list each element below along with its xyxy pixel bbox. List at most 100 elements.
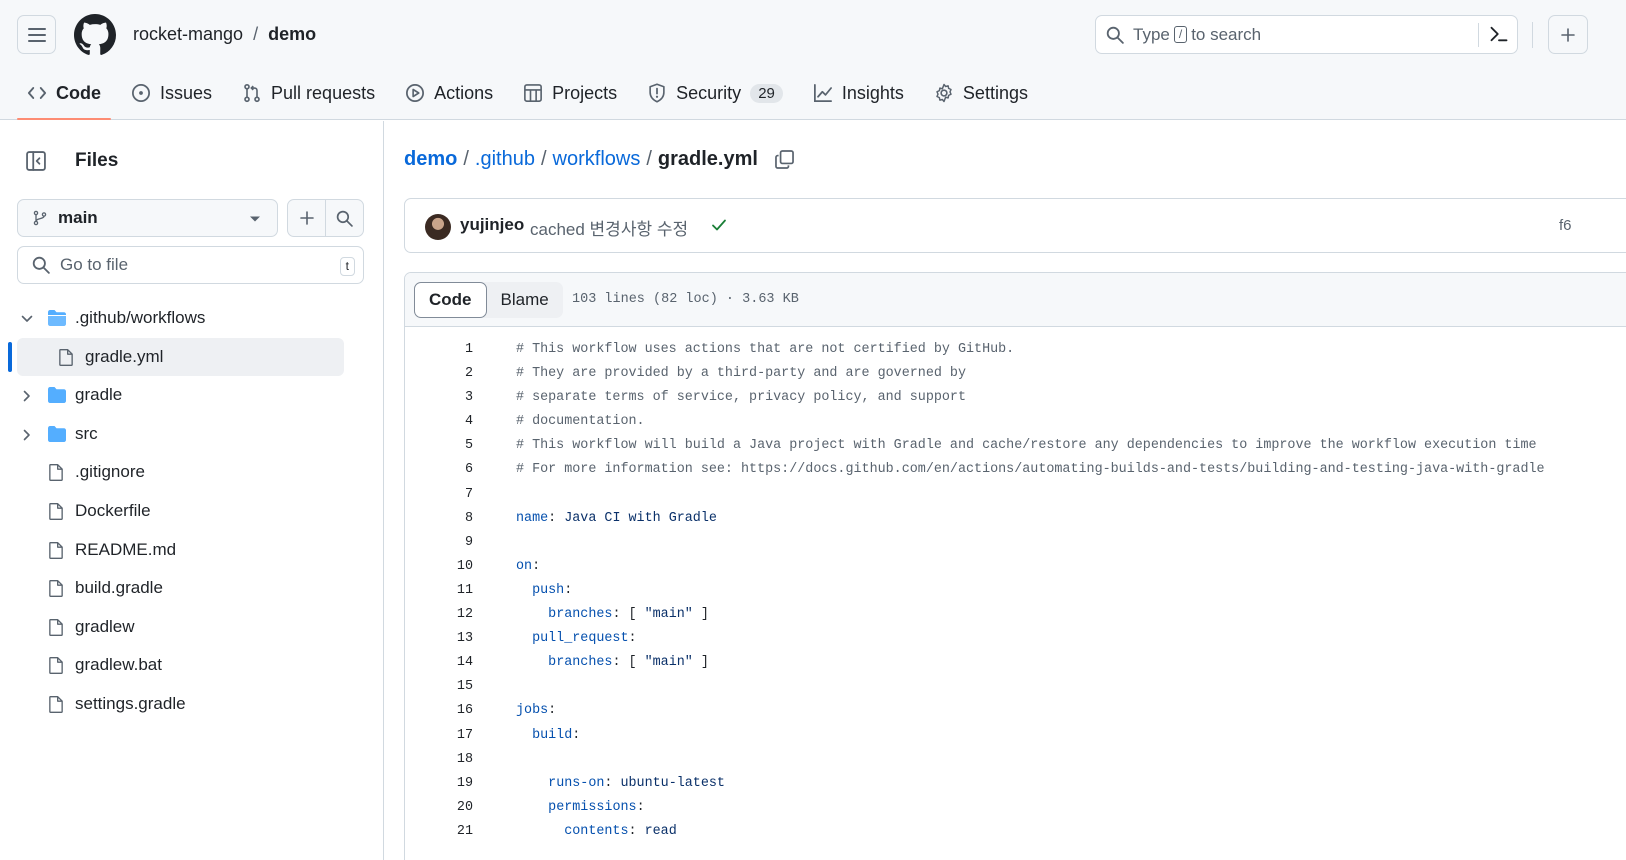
line-number[interactable]: 4	[405, 414, 473, 429]
line-number[interactable]: 6	[405, 462, 473, 477]
add-file-button[interactable]	[288, 200, 326, 236]
check-icon[interactable]	[711, 218, 727, 232]
branch-selector[interactable]: main	[17, 199, 278, 237]
line-number[interactable]: 19	[405, 776, 473, 791]
plus-icon	[1561, 27, 1575, 42]
line-number[interactable]: 8	[405, 511, 473, 526]
tree-item-label: gradle	[75, 385, 123, 405]
line-number[interactable]: 12	[405, 607, 473, 622]
line-number[interactable]: 7	[405, 487, 473, 502]
line-content: # They are provided by a third-party and…	[516, 366, 966, 381]
code-token: permissions	[548, 799, 637, 815]
tab-actions[interactable]: Actions	[395, 70, 503, 116]
create-new-button[interactable]	[1548, 15, 1588, 54]
code-line: 3 # separate terms of service, privacy po…	[405, 386, 1626, 410]
folder-open-icon	[48, 310, 66, 326]
github-logo-icon[interactable]	[74, 14, 116, 56]
line-number[interactable]: 9	[405, 535, 473, 550]
code-line: 13 pull_request:	[405, 627, 1626, 651]
folder-tree-item[interactable]: gradle	[0, 376, 384, 415]
code-line: 18	[405, 748, 1626, 772]
avatar[interactable]	[425, 214, 451, 240]
file-tree-item[interactable]: README.md	[0, 531, 384, 570]
line-number[interactable]: 13	[405, 631, 473, 646]
folder-tree-item[interactable]: src	[0, 415, 384, 454]
file-tree-item[interactable]: build.gradle	[0, 569, 384, 608]
menu-button[interactable]	[17, 15, 56, 54]
file-tree-item[interactable]: .gitignore	[0, 453, 384, 492]
tab-projects[interactable]: Projects	[513, 70, 627, 116]
line-number[interactable]: 11	[405, 583, 473, 598]
line-number[interactable]: 3	[405, 390, 473, 405]
code-token: ]	[692, 655, 709, 671]
line-number[interactable]: 20	[405, 800, 473, 815]
repo-owner-link[interactable]: rocket-mango	[133, 24, 243, 45]
tab-security[interactable]: Security 29	[637, 70, 793, 116]
selected-row-indicator	[8, 341, 12, 372]
code-line: 1 # This workflow uses actions that are n…	[405, 338, 1626, 362]
chevron-down-icon[interactable]	[20, 312, 34, 326]
line-number[interactable]: 17	[405, 728, 473, 743]
file-icon	[49, 541, 63, 559]
file-viewer: Code Blame 103 lines (82 loc) · 3.63 KB …	[404, 272, 1626, 860]
code-token: :	[564, 582, 573, 598]
code-line: 5 # This workflow will build a Java proje…	[405, 434, 1626, 458]
folder-icon	[48, 387, 66, 404]
line-number[interactable]: 10	[405, 559, 473, 574]
folder-tree-item[interactable]: .github/workflows	[0, 299, 384, 338]
code-token: on	[516, 558, 533, 574]
go-to-file-input[interactable]: Go to file t	[17, 246, 364, 284]
chevron-right-icon[interactable]	[20, 428, 34, 442]
file-tree-item[interactable]: settings.gradle	[0, 685, 384, 724]
tab-issues[interactable]: Issues	[121, 70, 222, 116]
code-line: 8 name: Java CI with Gradle	[405, 507, 1626, 531]
file-icon	[49, 657, 63, 675]
copy-path-icon[interactable]	[774, 149, 795, 170]
line-number[interactable]: 2	[405, 366, 473, 381]
search-input[interactable]: Type / to search	[1095, 15, 1518, 54]
breadcrumb-separator: /	[646, 148, 652, 170]
search-divider	[1478, 23, 1479, 47]
file-tree-item[interactable]: Dockerfile	[0, 492, 384, 531]
collapse-sidebar-button[interactable]	[17, 143, 55, 179]
files-header: Files	[17, 143, 118, 179]
code-line: 19 runs-on: ubuntu-latest	[405, 772, 1626, 796]
breadcrumb-root-link[interactable]: demo	[404, 148, 457, 171]
nav-item-label: Issues	[160, 82, 213, 103]
commit-message-link[interactable]: cached 변경사항 수정	[530, 215, 688, 240]
tab-insights[interactable]: Insights	[803, 70, 914, 116]
chevron-right-icon[interactable]	[20, 389, 34, 403]
code-line: 20 permissions:	[405, 796, 1626, 820]
line-number[interactable]: 5	[405, 438, 473, 453]
line-number[interactable]: 15	[405, 679, 473, 694]
code-token: runs-on	[548, 775, 605, 791]
line-number[interactable]: 16	[405, 703, 473, 718]
file-tree-item[interactable]: gradlew	[0, 608, 384, 647]
line-number[interactable]: 21	[405, 824, 473, 839]
line-number[interactable]: 18	[405, 752, 473, 767]
tab-blame[interactable]: Blame	[487, 282, 563, 318]
gear-icon	[936, 83, 952, 103]
code-token: # This workflow uses actions that are no…	[516, 342, 1015, 357]
file-tree-item[interactable]: gradle.yml	[0, 337, 384, 377]
command-palette-icon[interactable]	[1489, 24, 1509, 44]
breadcrumb-workflows-link[interactable]: workflows	[553, 148, 641, 171]
tab-settings[interactable]: Settings	[924, 70, 1038, 116]
breadcrumb-github-link[interactable]: .github	[475, 148, 535, 171]
tab-pull-requests[interactable]: Pull requests	[232, 70, 385, 116]
tab-code[interactable]: Code	[17, 70, 111, 120]
plus-icon	[299, 211, 314, 225]
line-number[interactable]: 14	[405, 655, 473, 670]
code-token: branches	[548, 655, 613, 671]
file-tree-sidebar: Files main Go to file t .github/workflow…	[0, 121, 384, 860]
line-number[interactable]: 1	[405, 342, 473, 357]
search-files-button[interactable]	[326, 200, 363, 236]
file-tree: .github/workflows gradle.yml gradle src .git…	[0, 299, 384, 724]
repo-name-link[interactable]: demo	[268, 24, 316, 45]
graph-icon	[813, 84, 832, 102]
file-info: 103 lines (82 loc) · 3.63 KB	[572, 292, 799, 307]
commit-author-link[interactable]: yujinjeo	[460, 215, 524, 235]
commit-hash-link[interactable]: f6	[1559, 217, 1572, 234]
tab-code[interactable]: Code	[414, 282, 487, 318]
file-tree-item[interactable]: gradlew.bat	[0, 646, 384, 685]
